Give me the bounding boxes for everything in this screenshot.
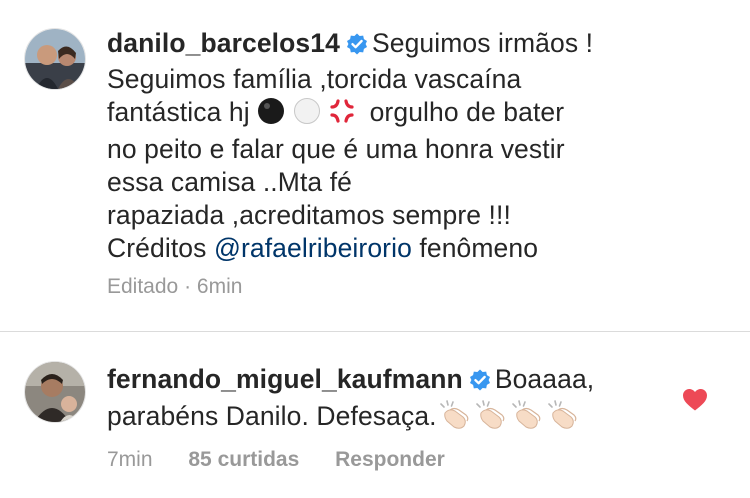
comment-danilo: danilo_barcelos14 Seguimos irmãos ! Segui… <box>0 0 750 331</box>
mention-link[interactable]: @rafaelribeirorio <box>214 233 412 263</box>
comment-text: fernando_miguel_kaufmann Boaaaa, parabéns… <box>107 363 667 437</box>
verified-badge-icon <box>469 366 491 399</box>
like-heart-icon[interactable] <box>682 388 708 417</box>
username[interactable]: fernando_miguel_kaufmann <box>107 364 463 394</box>
comment-line-7: Créditos @rafaelribeirorio fenômeno <box>107 232 727 265</box>
comment-line-4: no peito e falar que é uma honra vestir <box>107 134 565 164</box>
clapping-hands-icon <box>473 399 509 437</box>
comment-line-1: danilo_barcelos14 Seguimos irmãos ! <box>107 27 727 63</box>
comment-text-line: fantástica hj <box>107 97 250 127</box>
comment-meta: Editado · 6min <box>107 275 242 299</box>
comment-line-2: parabéns Danilo. Defesaça. <box>107 399 667 437</box>
comment-fernando: fernando_miguel_kaufmann Boaaaa, parabéns… <box>0 332 750 498</box>
edited-label: Editado <box>107 275 179 298</box>
meta-separator: · <box>184 275 192 298</box>
clapping-hands-icon <box>545 399 581 437</box>
reply-button[interactable]: Responder <box>335 448 445 471</box>
comment-text-line: Créditos <box>107 233 207 263</box>
comment-text-line: orgulho de bater <box>369 97 565 127</box>
comment-text-line: Seguimos irmãos ! <box>371 28 594 58</box>
avatar[interactable] <box>24 28 86 90</box>
comment-line-1: fernando_miguel_kaufmann Boaaaa, <box>107 363 667 399</box>
anger-symbol-icon <box>328 97 356 133</box>
comment-line-6: rapaziada ,acreditamos sempre !!! <box>107 200 511 230</box>
likes-count[interactable]: 85 curtidas <box>188 448 299 471</box>
white-circle-icon <box>293 97 321 133</box>
comment-meta: 7min 85 curtidas Responder <box>107 448 445 472</box>
black-circle-icon <box>257 97 285 133</box>
avatar-photo-icon <box>25 362 85 422</box>
comment-text-line: parabéns Danilo. Defesaça. <box>107 401 437 431</box>
comment-text-line: fenômeno <box>419 233 539 263</box>
comment-line-5: essa camisa ..Mta fé <box>107 167 353 197</box>
verified-badge-icon <box>346 30 368 63</box>
comment-text-line: Boaaaa, <box>494 364 595 394</box>
comment-line-2: Seguimos família ,torcida vascaína <box>107 64 522 94</box>
timestamp: 7min <box>107 448 153 471</box>
clapping-hands-icon <box>437 399 473 437</box>
avatar-photo-icon <box>25 29 85 89</box>
avatar[interactable] <box>24 361 86 423</box>
clapping-hands-icon <box>509 399 545 437</box>
username[interactable]: danilo_barcelos14 <box>107 28 340 58</box>
comment-text: danilo_barcelos14 Seguimos irmãos ! Segui… <box>107 27 727 265</box>
comment-line-3: fantástica hj orgulho de bater <box>107 96 727 133</box>
timestamp: 6min <box>196 275 243 298</box>
